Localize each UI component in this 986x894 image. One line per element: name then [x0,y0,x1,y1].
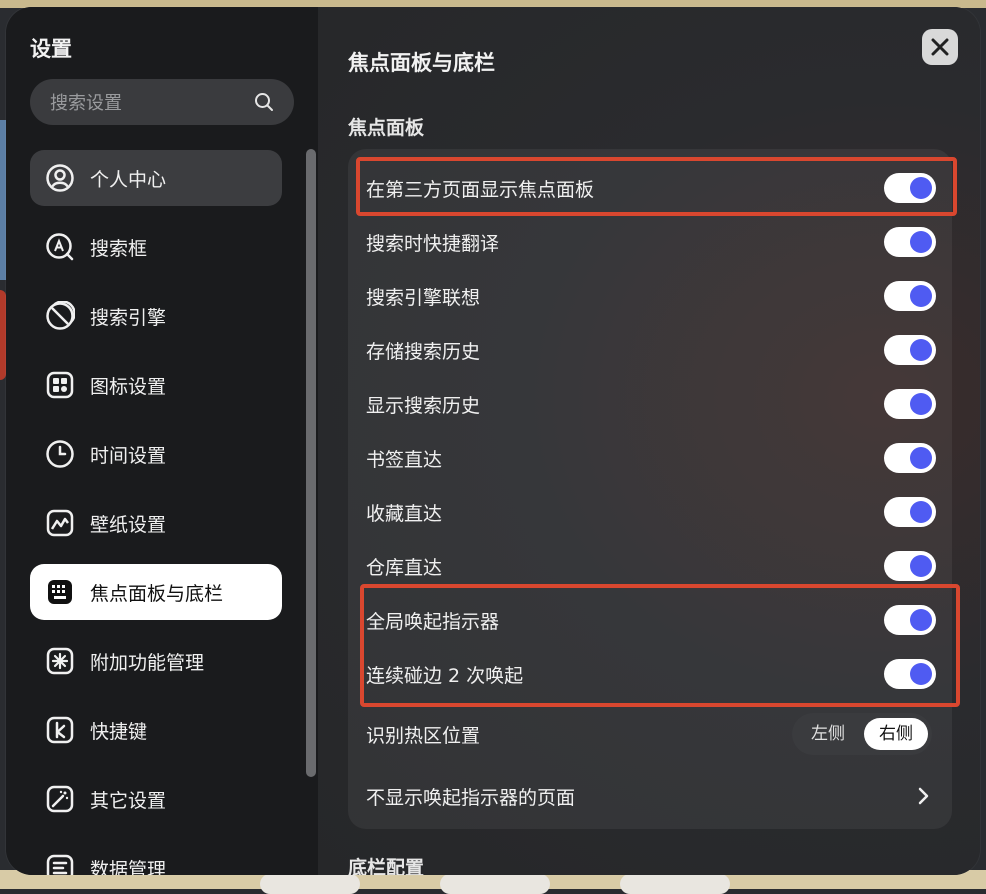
focus-panel-settings: 在第三方页面显示焦点面板 搜索时快捷翻译 搜索引擎联想 存储搜索历史 显示搜索历… [348,149,952,829]
dock-item [260,874,360,894]
segment-option-left[interactable]: 左侧 [796,718,860,750]
sidebar-item-search-engine[interactable]: 搜索引擎 [30,288,282,344]
main-content: 焦点面板与底栏 焦点面板 在第三方页面显示焦点面板 搜索时快捷翻译 搜索引擎联想… [318,7,980,875]
setting-label: 仓库直达 [366,556,443,579]
setting-row: 连续碰边 2 次唤起 [348,647,952,701]
sidebar-item-search-box[interactable]: 搜索框 [30,219,282,275]
toggle-knob [910,447,932,469]
toggle-favorites-direct[interactable] [884,497,936,527]
setting-row: 存储搜索历史 [348,323,952,377]
toggle-knob [910,339,932,361]
search-icon[interactable] [254,92,274,112]
dock-item [440,874,550,894]
shortcut-key-icon [44,714,76,746]
toggle-global-indicator[interactable] [884,605,936,635]
setting-label: 搜索时快捷翻译 [366,232,500,255]
sidebar-item-focus-panel-dock[interactable]: 焦点面板与底栏 [30,564,282,620]
setting-label: 书签直达 [366,448,443,471]
section-title-focus-panel: 焦点面板 [348,117,425,139]
setting-row: 书签直达 [348,431,952,485]
clock-icon [44,438,76,470]
hotzone-segmented-control: 左侧 右侧 [792,713,932,755]
wallpaper-icon [44,507,76,539]
toggle-bookmark-direct[interactable] [884,443,936,473]
setting-row: 全局唤起指示器 [348,593,952,647]
sidebar-item-label: 个人中心 [90,168,167,191]
sidebar-item-label: 搜索引擎 [90,306,167,329]
toggle-show-search-history[interactable] [884,389,936,419]
toggle-store-search-history[interactable] [884,335,936,365]
setting-label: 连续碰边 2 次唤起 [366,664,524,687]
sidebar-item-label: 焦点面板与底栏 [90,582,224,605]
toggle-quick-translate[interactable] [884,227,936,257]
sidebar-title: 设置 [30,37,72,61]
sidebar-item-data-management[interactable]: 数据管理 [30,840,282,875]
search-engine-icon [44,300,76,332]
toggle-search-suggestions[interactable] [884,281,936,311]
sidebar-item-label: 数据管理 [90,858,167,876]
icon-settings-icon [44,369,76,401]
sidebar-item-extension-management[interactable]: 附加功能管理 [30,633,282,689]
setting-row: 仓库直达 [348,539,952,593]
setting-row: 显示搜索历史 [348,377,952,431]
sidebar-item-personal-center[interactable]: 个人中心 [30,150,282,206]
setting-row: 搜索引擎联想 [348,269,952,323]
setting-label: 不显示唤起指示器的页面 [366,786,576,809]
setting-row: 搜索时快捷翻译 [348,215,952,269]
page-title: 焦点面板与底栏 [348,51,495,75]
sidebar-item-label: 其它设置 [90,789,167,812]
setting-label: 识别热区位置 [366,724,481,747]
search-box-icon [44,231,76,263]
keyboard-icon [44,576,76,608]
sidebar-item-wallpaper-settings[interactable]: 壁纸设置 [30,495,282,551]
setting-label: 在第三方页面显示焦点面板 [366,178,595,201]
segment-option-right[interactable]: 右侧 [864,718,928,750]
toggle-knob [910,231,932,253]
toggle-repository-direct[interactable] [884,551,936,581]
setting-row: 收藏直达 [348,485,952,539]
sidebar-item-other-settings[interactable]: 其它设置 [30,771,282,827]
chevron-right-icon [918,787,929,805]
toggle-double-edge-trigger[interactable] [884,659,936,689]
setting-row-hidden-pages[interactable]: 不显示唤起指示器的页面 [348,769,952,823]
sidebar-item-label: 附加功能管理 [90,651,205,674]
toggle-knob [910,555,932,577]
setting-label: 收藏直达 [366,502,443,525]
toggle-knob [910,663,932,685]
toggle-knob [910,285,932,307]
toggle-knob [910,609,932,631]
sidebar-item-label: 壁纸设置 [90,513,167,536]
close-icon [931,38,949,56]
user-circle-icon [44,162,76,194]
toggle-knob [910,393,932,415]
sidebar-item-shortcut-keys[interactable]: 快捷键 [30,702,282,758]
sidebar: 设置 个人中心 搜索框 搜索引擎 [6,7,318,875]
close-button[interactable] [922,29,958,65]
sidebar-item-icon-settings[interactable]: 图标设置 [30,357,282,413]
toggle-knob [910,501,932,523]
setting-label: 搜索引擎联想 [366,286,481,309]
setting-label: 显示搜索历史 [366,394,481,417]
setting-row: 在第三方页面显示焦点面板 [348,161,952,215]
settings-window: 设置 个人中心 搜索框 搜索引擎 [6,7,980,875]
magic-wand-icon [44,783,76,815]
setting-label: 存储搜索历史 [366,340,481,363]
sidebar-item-label: 图标设置 [90,375,167,398]
sidebar-item-label: 快捷键 [90,720,148,743]
toggle-knob [910,177,932,199]
dock-item [620,874,730,894]
sidebar-item-label: 时间设置 [90,444,167,467]
setting-label: 全局唤起指示器 [366,610,500,633]
search-input[interactable] [48,79,252,127]
setting-row: 识别热区位置 左侧 右侧 [348,707,952,761]
data-icon [44,852,76,875]
extension-icon [44,645,76,677]
sidebar-item-label: 搜索框 [90,237,148,260]
toggle-show-focus-panel-third-party[interactable] [884,173,936,203]
section-title-dock: 底栏配置 [348,857,425,875]
search-box[interactable] [30,79,294,127]
sidebar-item-time-settings[interactable]: 时间设置 [30,426,282,482]
sidebar-scrollbar[interactable] [306,149,316,777]
